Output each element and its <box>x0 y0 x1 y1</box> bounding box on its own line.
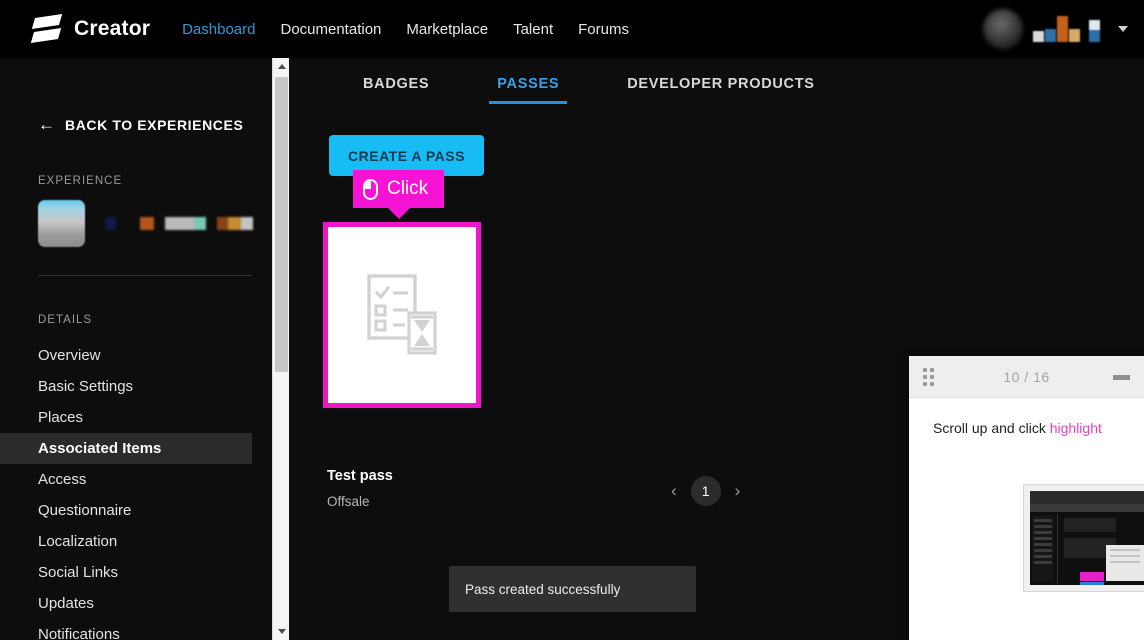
left-sidebar: ← BACK TO EXPERIENCES EXPERIENCE DETAILS… <box>0 58 271 640</box>
pass-card-thumbnail[interactable] <box>328 227 476 403</box>
chevron-left-icon[interactable]: ‹ <box>671 481 677 501</box>
arrow-left-icon: ← <box>38 115 55 134</box>
nav-link-forums[interactable]: Forums <box>578 21 629 38</box>
tutorial-panel-header: 10 / 16 <box>909 356 1144 398</box>
thumbnail-chrome <box>1030 491 1144 505</box>
thumbnail-urlbar <box>1030 505 1144 512</box>
tutorial-step-counter: 10 / 16 <box>1003 368 1050 385</box>
click-annotation-label: Click <box>387 178 429 199</box>
experience-thumbnail <box>38 199 85 247</box>
thumbnail-highlight-block <box>1080 572 1104 581</box>
nav-right-cluster <box>983 0 1128 58</box>
sidebar-item-associated-items[interactable]: Associated Items <box>0 433 252 464</box>
sidebar-item-places[interactable]: Places <box>0 402 271 433</box>
user-avatar[interactable] <box>983 9 1023 49</box>
back-to-experiences-link[interactable]: ← BACK TO EXPERIENCES <box>38 116 271 133</box>
experience-section-label: EXPERIENCE <box>38 175 123 187</box>
thumbnail-sidebar <box>1032 516 1054 581</box>
chevron-down-icon[interactable] <box>1118 26 1128 32</box>
tutorial-panel-body: Scroll up and click highlight <box>909 398 1144 436</box>
tutorial-panel: 10 / 16 Scroll up and click highlight <box>909 356 1144 640</box>
sidebar-item-basic-settings[interactable]: Basic Settings <box>0 371 271 402</box>
sidebar-scrollbar[interactable] <box>272 58 290 640</box>
pass-card-title: Test pass <box>327 468 393 484</box>
scrollbar-thumb[interactable] <box>275 77 288 372</box>
click-annotation-tooltip: Click <box>353 170 445 219</box>
pass-card-highlight[interactable] <box>323 222 481 408</box>
pass-card-status: Offsale <box>327 494 370 509</box>
tutorial-instruction: Scroll up and click highlight <box>933 420 1144 436</box>
thumbnail-popover <box>1106 545 1144 581</box>
username-redacted <box>1033 16 1100 42</box>
minimize-icon[interactable] <box>1113 375 1130 380</box>
details-section-label: DETAILS <box>38 314 93 326</box>
step-screenshot-thumbnail[interactable] <box>1023 484 1144 592</box>
app-root: Creator Dashboard Documentation Marketpl… <box>0 0 1144 640</box>
toast-notification: Pass created successfully <box>449 566 696 612</box>
pagination: ‹ 1 › <box>671 476 740 506</box>
mouse-click-icon <box>363 178 378 200</box>
thumbnail-browser-window <box>1030 491 1144 585</box>
item-type-tabs: BADGES PASSES DEVELOPER PRODUCTS <box>289 58 1144 104</box>
sidebar-item-updates[interactable]: Updates <box>0 588 271 619</box>
back-to-experiences-label: BACK TO EXPERIENCES <box>65 116 244 133</box>
sidebar-item-notifications[interactable]: Notifications <box>0 619 271 640</box>
experience-summary[interactable] <box>38 199 271 247</box>
sidebar-item-localization[interactable]: Localization <box>0 526 271 557</box>
sidebar-item-questionnaire[interactable]: Questionnaire <box>0 495 271 526</box>
checklist-hourglass-icon <box>367 274 437 355</box>
sidebar-item-overview[interactable]: Overview <box>0 340 271 371</box>
sidebar-menu: Overview Basic Settings Places Associate… <box>0 340 271 640</box>
brand-logo[interactable]: Creator <box>30 13 151 45</box>
tab-passes[interactable]: PASSES <box>463 76 593 104</box>
drag-handle-icon[interactable] <box>923 368 934 386</box>
sidebar-item-social-links[interactable]: Social Links <box>0 557 271 588</box>
nav-link-marketplace[interactable]: Marketplace <box>406 21 488 38</box>
chevron-right-icon[interactable]: › <box>735 481 741 501</box>
brand-name: Creator <box>74 17 151 40</box>
sidebar-item-access[interactable]: Access <box>0 464 271 495</box>
tab-developer-products[interactable]: DEVELOPER PRODUCTS <box>593 76 848 104</box>
top-navigation-bar: Creator Dashboard Documentation Marketpl… <box>0 0 1144 58</box>
tab-badges[interactable]: BADGES <box>329 76 463 104</box>
thumbnail-page <box>1030 512 1144 585</box>
nav-link-documentation[interactable]: Documentation <box>280 21 381 38</box>
nav-link-dashboard[interactable]: Dashboard <box>182 21 255 38</box>
sidebar-divider <box>38 275 252 276</box>
page-number-1[interactable]: 1 <box>690 476 721 506</box>
nav-link-talent[interactable]: Talent <box>513 21 553 38</box>
scroll-up-arrow-icon[interactable] <box>273 58 290 75</box>
experience-name-redacted <box>105 216 253 230</box>
thumbnail-button-block <box>1080 582 1104 585</box>
creator-logo-icon <box>30 13 63 45</box>
nav-links: Dashboard Documentation Marketplace Tale… <box>182 21 629 38</box>
tooltip-pointer <box>387 208 410 219</box>
scroll-down-arrow-icon[interactable] <box>273 623 290 640</box>
tutorial-instruction-highlight: highlight <box>1049 420 1102 436</box>
tutorial-instruction-prefix: Scroll up and click <box>933 420 1050 436</box>
